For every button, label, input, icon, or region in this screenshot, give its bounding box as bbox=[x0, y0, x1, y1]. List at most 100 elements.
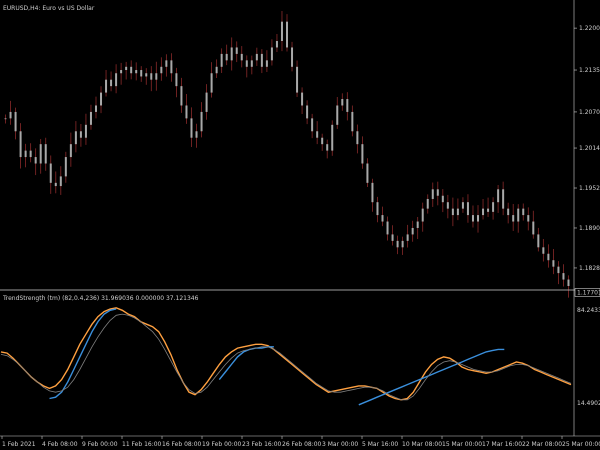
candle-body bbox=[19, 131, 22, 158]
candle-body bbox=[255, 53, 258, 61]
candle-body bbox=[130, 66, 133, 74]
candle-body bbox=[250, 60, 253, 67]
candle-body bbox=[265, 60, 268, 67]
candle-body bbox=[441, 195, 444, 203]
x-tick-label: 5 Mar 16:00 bbox=[362, 441, 398, 448]
candle-body bbox=[79, 131, 82, 138]
candle-body bbox=[245, 60, 248, 67]
candle-body bbox=[160, 66, 163, 74]
candle-body bbox=[542, 247, 545, 254]
candle-body bbox=[316, 131, 319, 138]
candle-body bbox=[436, 189, 439, 196]
candle-body bbox=[482, 208, 485, 216]
candle-body bbox=[507, 208, 510, 216]
x-tick-label: 16 Feb 08:00 bbox=[162, 441, 202, 448]
y-tick-label: 1.18900 bbox=[579, 225, 600, 232]
candle-body bbox=[205, 92, 208, 112]
candle-body bbox=[381, 215, 384, 222]
background bbox=[0, 0, 600, 450]
x-tick-label: 17 Mar 16:00 bbox=[482, 441, 522, 448]
candle-body bbox=[461, 202, 464, 209]
indicator-title: TrendStrength (tm) (82,0.4,236) 31.96903… bbox=[2, 295, 199, 302]
candle-body bbox=[517, 208, 520, 222]
candle-body bbox=[170, 60, 173, 74]
candle-body bbox=[84, 124, 87, 138]
candle-body bbox=[286, 21, 288, 48]
chart: 1.22000 1.21350 1.20700 1.20140 1.19520 1.189… bbox=[0, 0, 600, 450]
x-tick-label: 22 Mar 08:00 bbox=[522, 441, 562, 448]
candle-body bbox=[502, 189, 505, 209]
x-tick-label: 19 Feb 00:00 bbox=[202, 441, 242, 448]
candle-body bbox=[190, 118, 193, 138]
candle-body bbox=[120, 70, 123, 74]
candle-body bbox=[361, 144, 364, 164]
y-tick-label: 1.18280 bbox=[579, 265, 600, 272]
x-tick-label: 23 Feb 16:00 bbox=[242, 441, 282, 448]
candle-body bbox=[426, 198, 429, 209]
candle-body bbox=[260, 53, 263, 67]
candle-body bbox=[552, 260, 555, 267]
x-tick-label: 4 Feb 08:00 bbox=[42, 441, 78, 448]
candle-body bbox=[396, 240, 399, 248]
current-price-label: 1.17701 bbox=[577, 289, 600, 296]
candle-body bbox=[185, 105, 188, 119]
candle-body bbox=[351, 111, 354, 132]
candle-body bbox=[456, 208, 459, 216]
candle-body bbox=[175, 73, 178, 87]
candle-body bbox=[341, 99, 344, 106]
candle-body bbox=[497, 189, 500, 203]
candle-body bbox=[195, 131, 198, 138]
candle-body bbox=[59, 176, 62, 187]
candle-body bbox=[89, 111, 92, 125]
candle-body bbox=[411, 227, 414, 235]
candle-body bbox=[477, 215, 480, 222]
x-tick-label: 3 Mar 00:00 bbox=[322, 441, 358, 448]
candle-body bbox=[165, 60, 168, 67]
y-tick-label: 1.20700 bbox=[579, 109, 600, 116]
candle-body bbox=[386, 221, 389, 235]
candle-body bbox=[200, 111, 203, 132]
candle-body bbox=[562, 273, 565, 280]
candle-body bbox=[291, 47, 294, 67]
x-tick-label: 25 Mar 00:00 bbox=[562, 441, 600, 448]
candle-body bbox=[225, 53, 228, 61]
x-tick-label: 11 Feb 16:00 bbox=[122, 441, 162, 448]
candle-body bbox=[94, 105, 97, 112]
candle-body bbox=[311, 118, 314, 132]
candle-body bbox=[64, 157, 67, 177]
candle-body bbox=[115, 73, 118, 87]
candle-body bbox=[100, 92, 103, 106]
candle-body bbox=[416, 221, 419, 228]
candle-body bbox=[557, 266, 560, 274]
candle-body bbox=[240, 53, 243, 61]
candle-body bbox=[537, 234, 540, 248]
candle-body bbox=[466, 202, 469, 216]
candle-body bbox=[446, 202, 449, 209]
candle-body bbox=[512, 215, 515, 222]
candle-body bbox=[155, 73, 158, 80]
candle-body bbox=[346, 99, 349, 112]
candle-body bbox=[280, 21, 283, 42]
candle-body bbox=[69, 144, 72, 158]
candle-body bbox=[356, 131, 359, 145]
candle-body bbox=[54, 182, 57, 187]
x-tick-label: 26 Feb 08:00 bbox=[282, 441, 322, 448]
candle-body bbox=[9, 111, 12, 119]
candle-body bbox=[230, 47, 233, 61]
candle-body bbox=[29, 150, 32, 158]
candle-body bbox=[235, 47, 238, 54]
candle-body bbox=[215, 66, 218, 74]
candle-body bbox=[391, 234, 394, 241]
indicator-y-label-top: 84.24336.17 bbox=[577, 307, 600, 314]
candle-body bbox=[145, 73, 148, 77]
candle-body bbox=[301, 92, 304, 106]
candle-body bbox=[105, 79, 108, 93]
candle-body bbox=[527, 215, 530, 222]
candle-body bbox=[150, 73, 153, 80]
candle-body bbox=[34, 157, 37, 164]
candle-body bbox=[140, 70, 143, 77]
candle-body bbox=[451, 208, 454, 216]
x-tick-label: 10 Mar 08:00 bbox=[402, 441, 442, 448]
candle-body bbox=[567, 279, 570, 286]
x-tick-label: 15 Mar 00:00 bbox=[442, 441, 482, 448]
